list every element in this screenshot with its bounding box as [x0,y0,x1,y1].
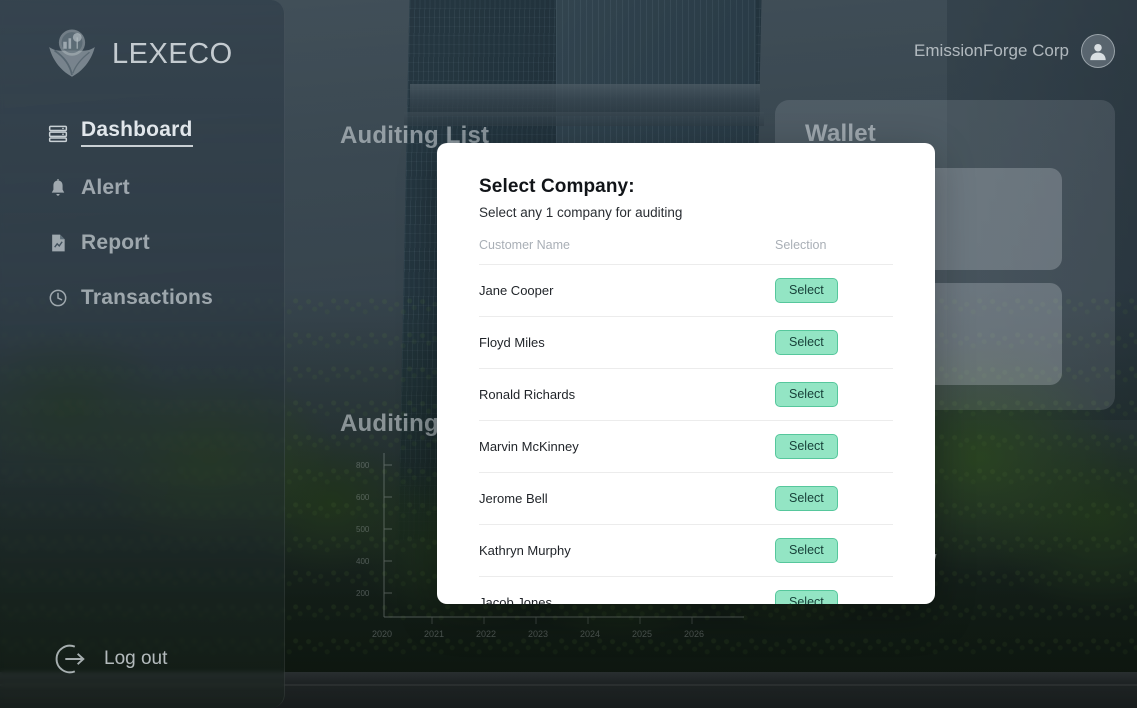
selection-cell: Select [753,265,893,317]
logout-button[interactable]: Log out [52,640,167,678]
chart-xtick-label: 2024 [580,629,600,639]
clock-icon [49,289,67,306]
customer-name-cell: Marvin McKinney [479,439,579,454]
customer-name-cell: Floyd Miles [479,335,545,350]
selection-cell: Select [753,577,893,604]
sidebar-item-alert[interactable]: Alert [48,167,268,208]
selection-cell: Select [753,525,893,577]
table-row: Kathryn Murphy Select [479,524,893,577]
table-row: Floyd Miles Select [479,316,893,369]
sidebar-item-dashboard[interactable]: Dashboard [48,112,268,153]
chart-ytick-label: 600 [356,493,370,502]
table-row: Jane Cooper Select [479,264,893,317]
select-button[interactable]: Select [775,538,838,563]
chart-x-axis: 2020 2021 2022 2023 2024 2025 2026 [372,616,744,639]
sidebar-item-label: Dashboard [81,118,193,147]
logout-arrow-icon [55,644,85,674]
document-chart-icon [52,234,65,251]
customer-name-cell: Jane Cooper [479,283,554,298]
server-list-icon [48,125,68,142]
chart-xtick-label: 2020 [372,629,392,639]
chart-y-axis: 800 600 500 400 200 [356,453,392,617]
brand: LEXECO [44,26,233,82]
table-header-row: Customer Name Selection [479,238,893,265]
topbar: EmissionForge Corp [914,34,1115,68]
modal-subtitle: Select any 1 company for auditing [479,205,683,220]
customer-name-cell: Jacob Jones [479,595,552,604]
modal-header: Select Company: Select any 1 company for… [437,143,935,220]
chart-ytick-label: 200 [356,589,370,598]
app-root: Auditing List Wallet Auditing w s to sho… [0,0,1137,708]
select-button[interactable]: Select [775,278,838,303]
customer-name-cell: Jerome Bell [479,491,548,506]
user-avatar-icon [1090,43,1106,61]
sidebar-item-label: Transactions [81,285,213,309]
brand-name: LEXECO [112,37,233,70]
org-name: EmissionForge Corp [914,41,1069,60]
selection-cell: Select [753,317,893,369]
select-company-modal: Select Company: Select any 1 company for… [437,143,935,604]
column-header-customer-name: Customer Name [479,238,570,252]
select-button[interactable]: Select [775,590,838,604]
sidebar-nav: Dashboard Alert Report Transactions [48,112,268,332]
select-button[interactable]: Select [775,434,838,459]
column-header-selection: Selection [775,238,827,252]
table-body: Jane Cooper Select Floyd Miles Select Ronald… [479,264,893,604]
select-button[interactable]: Select [775,486,838,511]
table-row: Marvin McKinney Select [479,420,893,473]
modal-title: Select Company: [479,176,635,197]
table-row: Jacob Jones Select [479,576,893,604]
bell-icon [51,178,65,196]
sidebar: LEXECO Dashboard Alert Report Transactio… [0,0,285,708]
customer-name-cell: Ronald Richards [479,387,576,402]
select-button[interactable]: Select [775,382,838,407]
company-table: Customer Name Selection Jane Cooper Selec… [479,238,893,604]
chart-ytick-label: 500 [356,525,370,534]
eco-leaf-globe-logo-icon [49,29,95,77]
chart-xtick-label: 2025 [632,629,652,639]
table-row: Jerome Bell Select [479,472,893,525]
select-button[interactable]: Select [775,330,838,355]
sidebar-item-label: Alert [81,175,130,199]
selection-cell: Select [753,421,893,473]
customer-name-cell: Kathryn Murphy [479,543,571,558]
sidebar-item-report[interactable]: Report [48,222,268,263]
chart-ytick-label: 400 [356,557,370,566]
chart-xtick-label: 2026 [684,629,704,639]
chart-xtick-label: 2023 [528,629,548,639]
logout-label: Log out [104,648,168,669]
sidebar-item-transactions[interactable]: Transactions [48,277,268,318]
chart-xtick-label: 2021 [424,629,444,639]
table-header: Customer Name Selection [479,238,893,265]
sidebar-item-label: Report [81,230,150,254]
company-table-wrapper: Customer Name Selection Jane Cooper Selec… [437,238,935,604]
selection-cell: Select [753,473,893,525]
table-row: Ronald Richards Select [479,368,893,421]
chart-ytick-label: 800 [356,461,370,470]
avatar[interactable] [1081,34,1115,68]
selection-cell: Select [753,369,893,421]
chart-xtick-label: 2022 [476,629,496,639]
